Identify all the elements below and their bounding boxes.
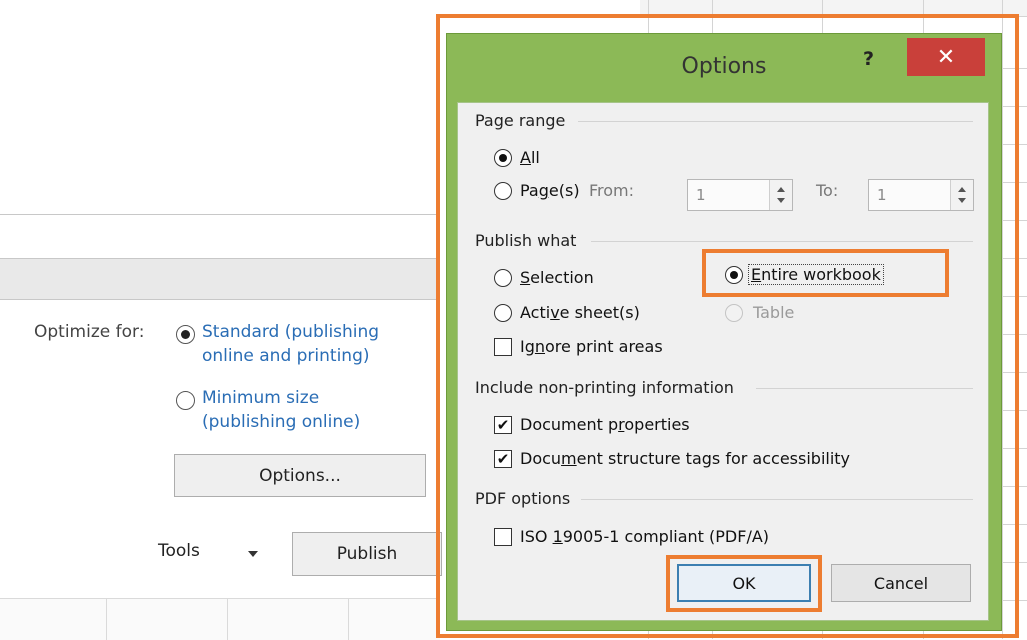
close-icon: ✕ xyxy=(936,44,956,70)
checkmark-icon: ✔ xyxy=(496,416,510,434)
divider xyxy=(591,241,973,242)
ignore-print-areas-label[interactable]: Ignore print areas xyxy=(520,337,663,356)
entire-workbook-label[interactable]: Entire workbook xyxy=(748,264,884,285)
active-sheets-label[interactable]: Active sheet(s) xyxy=(520,303,640,322)
divider xyxy=(578,121,973,122)
from-label: From: xyxy=(589,181,635,200)
entire-workbook-radio[interactable] xyxy=(725,266,743,284)
selection-label[interactable]: Selection xyxy=(520,268,594,287)
iso-compliant-label[interactable]: ISO 19005-1 compliant (PDF/A) xyxy=(520,527,769,546)
standard-radio[interactable] xyxy=(176,325,195,344)
divider xyxy=(0,214,440,215)
document-properties-label[interactable]: Document properties xyxy=(520,415,690,434)
dialog-body: Page range All Page(s) From: 1 To: 1 Pub… xyxy=(457,102,989,621)
spin-down-icon[interactable] xyxy=(777,198,785,203)
divider xyxy=(756,388,973,389)
to-spin-buttons[interactable] xyxy=(950,180,973,210)
cancel-button[interactable]: Cancel xyxy=(831,564,971,602)
minimum-size-radio[interactable] xyxy=(176,391,195,410)
ok-button[interactable]: OK xyxy=(677,564,811,602)
chevron-down-icon[interactable] xyxy=(248,551,258,557)
grid-line xyxy=(106,599,107,640)
divider xyxy=(581,499,973,500)
publish-button[interactable]: Publish xyxy=(292,532,442,576)
selection-radio[interactable] xyxy=(494,269,512,287)
to-spinner[interactable]: 1 xyxy=(868,179,974,211)
page-range-all-radio[interactable] xyxy=(494,149,512,167)
section-bar xyxy=(0,258,440,300)
page-range-pages-label[interactable]: Page(s) xyxy=(520,181,580,200)
table-radio xyxy=(725,304,743,322)
spin-up-icon[interactable] xyxy=(777,187,785,192)
iso-compliant-checkbox[interactable] xyxy=(494,528,512,546)
close-button[interactable]: ✕ xyxy=(907,38,985,76)
grid-line xyxy=(348,599,349,640)
page-range-all-rest: ll xyxy=(530,148,540,167)
to-value[interactable]: 1 xyxy=(877,186,887,204)
page-range-heading: Page range xyxy=(475,111,566,130)
from-spin-buttons[interactable] xyxy=(769,180,792,210)
page-range-pages-radio[interactable] xyxy=(494,182,512,200)
optimize-label: Optimize for: xyxy=(34,322,145,342)
document-structure-label[interactable]: Document structure tags for accessibilit… xyxy=(520,449,850,468)
entire-workbook-text: Entire workbook xyxy=(748,264,884,285)
minimum-option-line1[interactable]: Minimum size xyxy=(202,387,319,410)
tools-menu[interactable]: Tools xyxy=(158,541,200,561)
document-properties-checkbox[interactable]: ✔ xyxy=(494,416,512,434)
from-value[interactable]: 1 xyxy=(696,186,706,204)
document-structure-checkbox[interactable]: ✔ xyxy=(494,450,512,468)
minimum-option-line2[interactable]: (publishing online) xyxy=(202,411,360,434)
checkmark-icon: ✔ xyxy=(496,450,510,468)
active-sheets-radio[interactable] xyxy=(494,304,512,322)
from-spinner[interactable]: 1 xyxy=(687,179,793,211)
table-label: Table xyxy=(753,303,795,322)
page-range-all-label[interactable]: All xyxy=(520,148,540,167)
options-dialog: Options ? ✕ Page range All Page(s) From:… xyxy=(446,33,1002,631)
publish-what-heading: Publish what xyxy=(475,231,577,250)
help-icon[interactable]: ? xyxy=(863,48,874,70)
spin-up-icon[interactable] xyxy=(958,187,966,192)
ignore-print-areas-checkbox[interactable] xyxy=(494,338,512,356)
nonprinting-heading: Include non-printing information xyxy=(475,378,734,397)
standard-option-line1[interactable]: Standard (publishing xyxy=(202,321,379,344)
pdf-options-heading: PDF options xyxy=(475,489,571,508)
bottom-strip xyxy=(0,598,440,640)
grid-line xyxy=(227,599,228,640)
standard-option-line2[interactable]: online and printing) xyxy=(202,345,370,368)
spin-down-icon[interactable] xyxy=(958,198,966,203)
to-label: To: xyxy=(816,181,839,200)
options-button[interactable]: Options... xyxy=(174,454,426,497)
